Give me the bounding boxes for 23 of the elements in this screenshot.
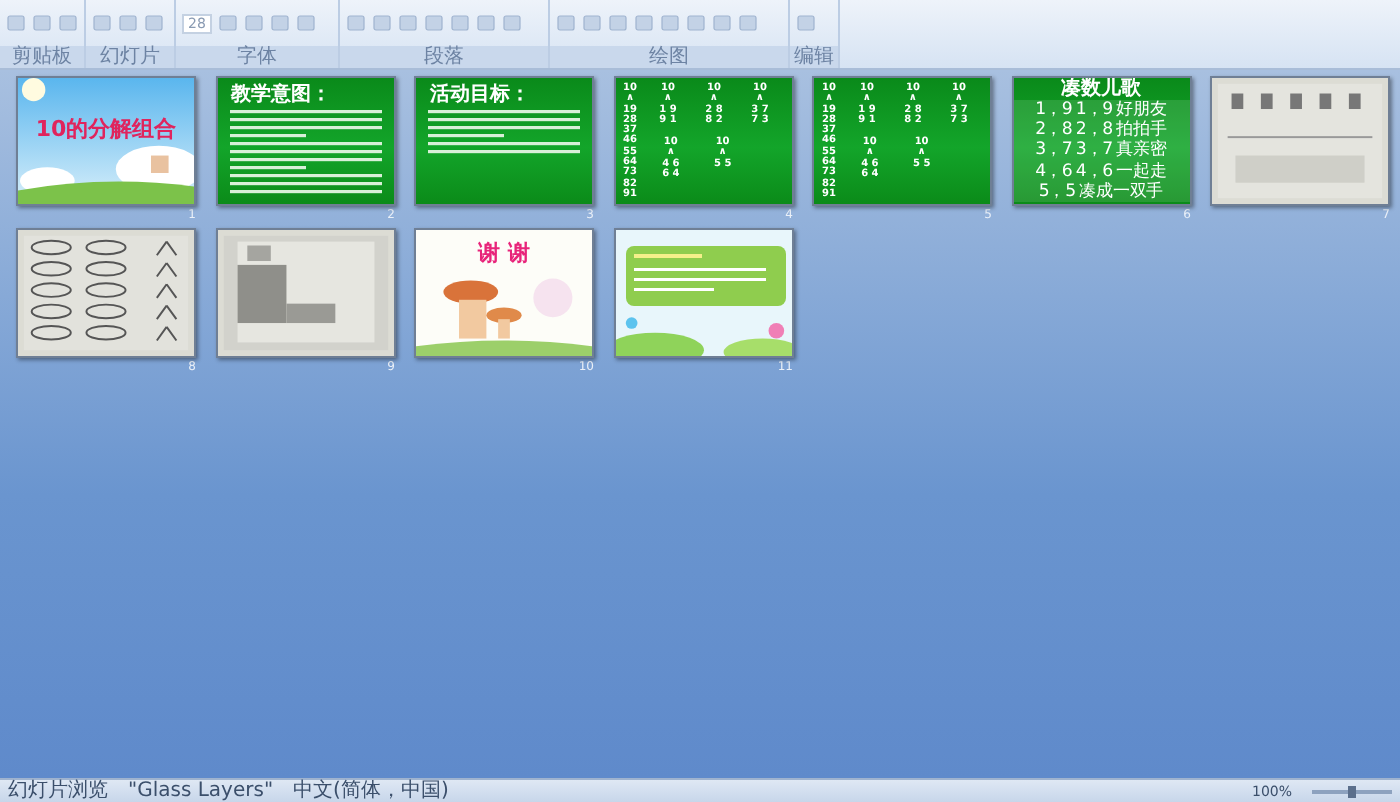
slider-thumb[interactable] — [1348, 785, 1356, 797]
status-text: 幻灯片浏览 — [8, 780, 108, 802]
slide-thumbnail[interactable]: 教学意图： — [215, 76, 395, 206]
group-label: 段落 — [340, 46, 548, 68]
status-text: 中文(简体，中国) — [293, 780, 449, 802]
group-label: 编辑 — [790, 46, 838, 68]
toolbar-icon[interactable] — [796, 14, 816, 32]
slide-thumbnail[interactable]: 谢 谢 — [414, 228, 594, 358]
status-text: "Glass Layers" — [128, 780, 274, 802]
group-label: 幻灯片 — [86, 46, 174, 68]
slide-heading: 活动目标： — [428, 81, 532, 110]
group-label: 绘图 — [550, 46, 788, 68]
group-label: 字体 — [176, 46, 338, 68]
slide-title: 10的分解组合 — [33, 114, 179, 144]
group-label: 剪贴板 — [0, 46, 84, 68]
slide-thumbnail[interactable]: 10的分解组合 — [16, 76, 196, 206]
slide-title: 谢 谢 — [475, 238, 532, 268]
toolbar-icon[interactable] — [217, 14, 238, 32]
slide-thumbnail[interactable]: 活动目标： — [414, 76, 594, 206]
toolbar-icon[interactable] — [243, 14, 264, 32]
toolbar-icon[interactable] — [295, 14, 316, 32]
toolbar-icon[interactable] — [269, 14, 290, 32]
slide-heading: 教学意图： — [228, 81, 333, 110]
